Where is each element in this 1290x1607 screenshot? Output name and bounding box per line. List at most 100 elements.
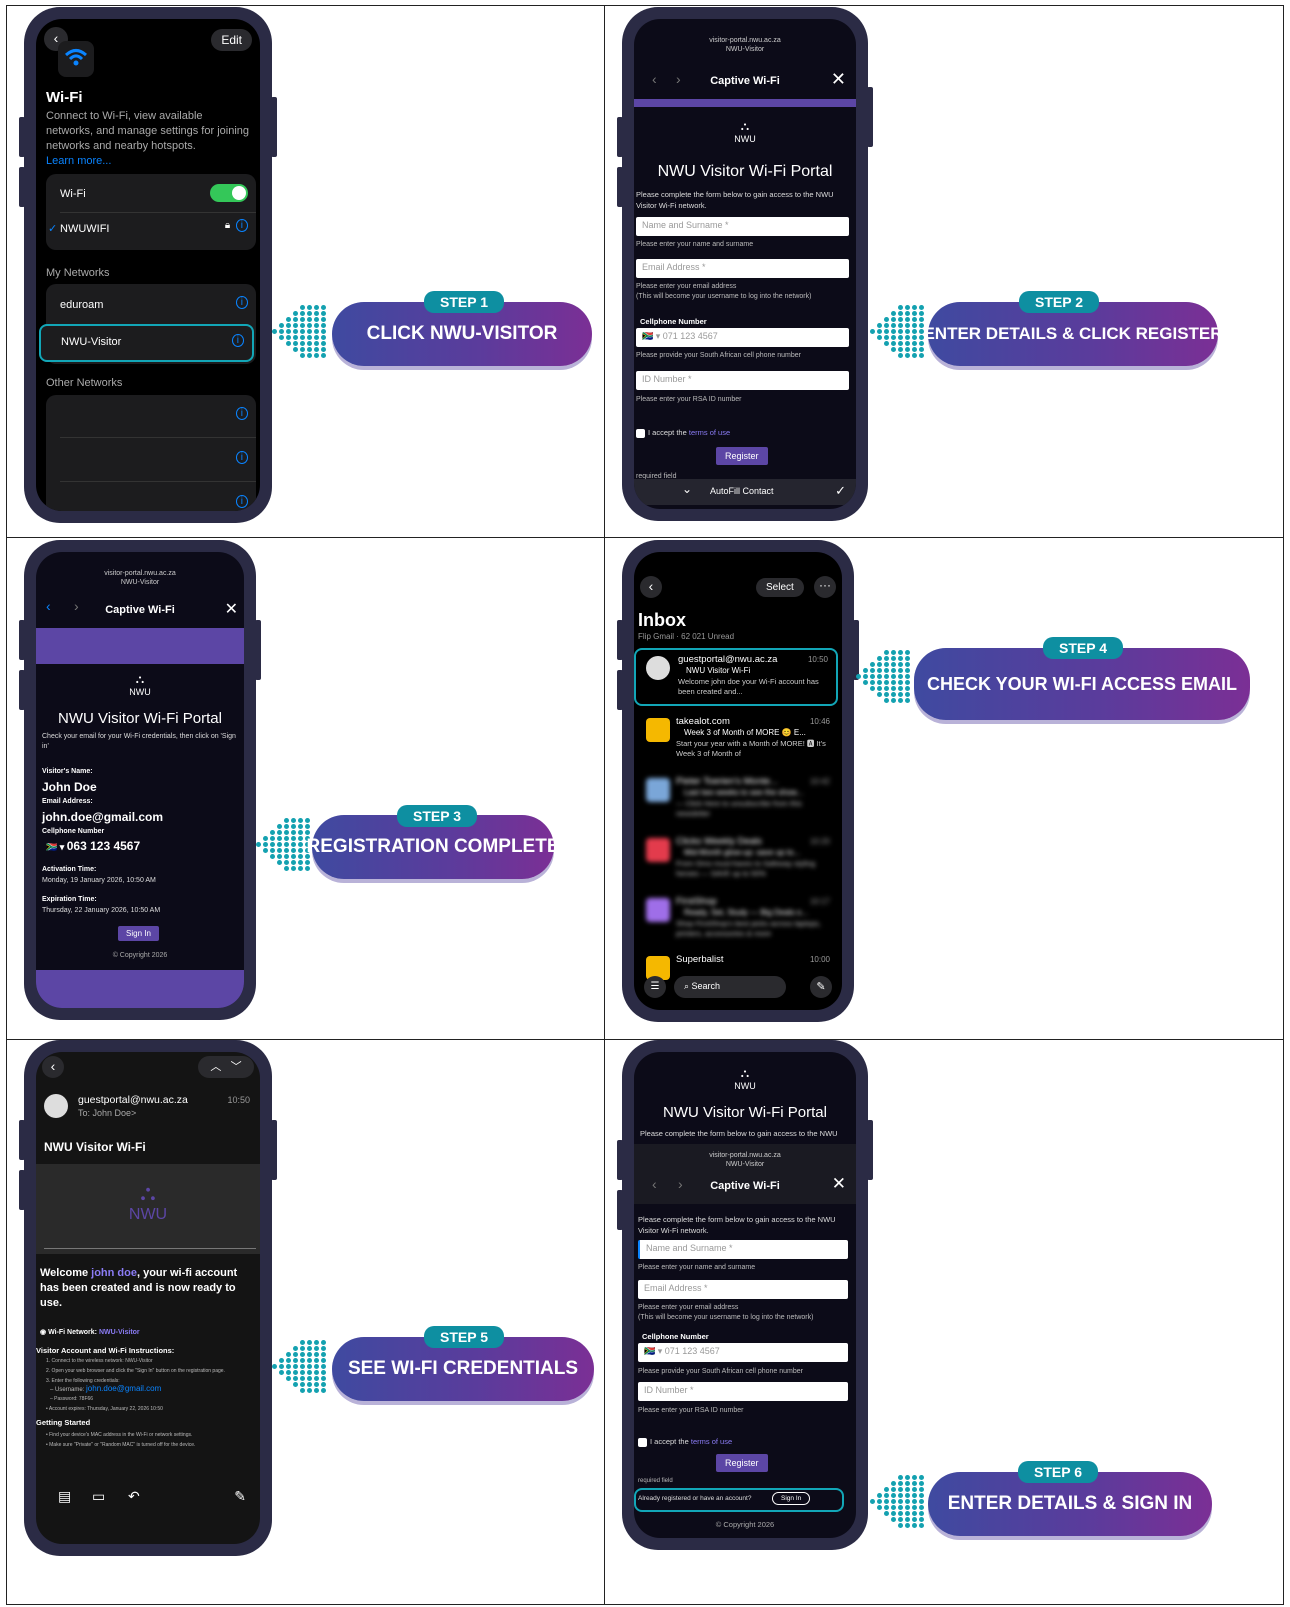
mail-sender: Clicks Weekly Deals xyxy=(676,836,762,847)
email-screen: ‹ ︿ ﹀ guestportal@nwu.ac.za 10:50 To: Jo… xyxy=(36,1052,260,1544)
sa-flag-icon: 🇿🇦 ▾ xyxy=(644,1346,665,1356)
compose-icon[interactable]: ✎ xyxy=(234,1488,246,1505)
visitor-name: John Doe xyxy=(42,780,97,794)
captive-wifi-title: Captive Wi-Fi xyxy=(105,604,175,616)
terms-text: I accept the terms of use xyxy=(650,1437,733,1446)
cell-help: Please provide your South African cell p… xyxy=(638,1368,803,1375)
info-icon[interactable]: i xyxy=(235,451,248,464)
phone-step1: ‹ Edit Wi-Fi Connect to Wi-Fi, view avai… xyxy=(19,7,277,523)
archive-icon[interactable]: ▤ xyxy=(58,1488,71,1505)
getting-started-title: Getting Started xyxy=(36,1418,91,1427)
instructions-title: Visitor Account and Wi-Fi Instructions: xyxy=(36,1346,175,1355)
info-icon[interactable]: i xyxy=(231,334,244,347)
mail-sender: Pieter Toerien's Monte... xyxy=(676,776,778,787)
terms-checkbox[interactable] xyxy=(636,429,645,438)
network-nwu-visitor[interactable]: NWU-Visitor i xyxy=(39,324,254,362)
sign-in-button[interactable]: Sign In xyxy=(118,926,159,941)
mail-subject: Last two weeks to see the show... xyxy=(684,788,804,797)
info-icon[interactable]: i xyxy=(235,407,248,420)
terms-checkbox[interactable] xyxy=(638,1438,647,1447)
step2-badge: STEP 2 xyxy=(1019,291,1099,313)
id-help: Please enter your RSA ID number xyxy=(636,396,742,403)
chevron-down-icon[interactable]: ⌄ xyxy=(682,482,692,496)
mail-time: 10:20 xyxy=(809,837,830,846)
cell-value: 🇿🇦 ▾ 063 123 4567 xyxy=(46,839,141,853)
mail-item-takealot[interactable]: takealot.com 10:46 Week 3 of Month of MO… xyxy=(634,712,838,770)
portal-title-background: NWU Visitor Wi-Fi Portal xyxy=(663,1104,827,1121)
email-label: Email Address: xyxy=(42,798,93,805)
terms-text: I accept the terms of use xyxy=(648,428,731,437)
network-eduroam[interactable]: eduroam xyxy=(60,299,103,311)
close-icon[interactable]: ✕ xyxy=(832,1174,846,1194)
captive-sheet: visitor-portal.nwu.ac.za NWU-Visitor ‹ ›… xyxy=(634,1144,856,1204)
wifi-toggle[interactable] xyxy=(210,184,248,202)
connected-network-name[interactable]: NWUWIFI xyxy=(60,223,109,235)
name-field[interactable]: Name and Surname * xyxy=(636,217,849,236)
register-button[interactable]: Register xyxy=(716,1454,768,1472)
mail-item-guestportal[interactable]: guestportal@nwu.ac.za 10:50 NWU Visitor … xyxy=(634,648,838,706)
welcome-text: Welcome john doe, your wi-fi account has… xyxy=(40,1267,238,1309)
phone-step6: ⛬ NWU NWU Visitor Wi-Fi Portal Please com… xyxy=(617,1040,873,1550)
expires-line: • Account expires: Thursday, January 22,… xyxy=(46,1406,163,1412)
id-field[interactable]: ID Number * xyxy=(636,371,849,390)
email-field[interactable]: Email Address * xyxy=(636,259,849,278)
email-field[interactable]: Email Address * xyxy=(638,1280,848,1299)
info-icon[interactable]: i xyxy=(235,495,248,508)
username-line: – Username: john.doe@gmail.com xyxy=(50,1384,162,1393)
terms-link[interactable]: terms of use xyxy=(691,1437,732,1446)
nwu-logo: ⛬ NWU xyxy=(128,1180,168,1223)
done-check-icon[interactable]: ✓ xyxy=(835,483,846,499)
register-button[interactable]: Register xyxy=(716,447,768,465)
folder-icon[interactable]: ▭ xyxy=(92,1488,105,1505)
phone-step5: ‹ ︿ ﹀ guestportal@nwu.ac.za 10:50 To: Jo… xyxy=(19,1040,277,1556)
learn-more-link[interactable]: Learn more... xyxy=(46,155,111,167)
back-chevron-icon[interactable]: ‹ xyxy=(42,1056,64,1078)
mail-subject: Mid-Month glow-up: save up to... xyxy=(684,848,801,857)
step4-badge: STEP 4 xyxy=(1043,637,1123,659)
signin-button[interactable]: Sign In xyxy=(772,1492,811,1505)
heart-icon xyxy=(646,838,670,862)
portal-intro: Please complete the form below to gain a… xyxy=(638,1215,836,1235)
phone-step3: visitor-portal.nwu.ac.za NWU-Visitor ‹ ›… xyxy=(19,540,261,1020)
email-help-2: (This will become your username to log i… xyxy=(638,1314,814,1321)
close-icon[interactable]: ✕ xyxy=(831,69,846,90)
mail-preview: Start your year with a Month of MORE! 🅰 … xyxy=(676,739,826,758)
already-registered-text: Already registered or have an account? xyxy=(638,1495,752,1502)
email-help-2: (This will become your username to log i… xyxy=(636,293,812,300)
email-value: john.doe@gmail.com xyxy=(42,810,164,824)
portal-title: NWU Visitor Wi-Fi Portal xyxy=(657,163,833,180)
filter-icon[interactable]: ☰ xyxy=(644,976,666,998)
back-chevron-icon[interactable]: ‹ xyxy=(640,576,662,598)
connected-check-icon: ✓ xyxy=(48,223,58,235)
mail-sender: FirstShop xyxy=(676,896,717,907)
cellphone-field[interactable]: 🇿🇦 ▾ 071 123 4567 xyxy=(636,328,849,347)
mail-item-blurred[interactable]: FirstShop 10:17 Ready, Set, Study — Big … xyxy=(634,892,838,950)
portal-url-sub: NWU-Visitor xyxy=(725,1161,765,1168)
cellphone-field[interactable]: 🇿🇦 ▾ 071 123 4567 xyxy=(638,1343,848,1362)
edit-button[interactable]: Edit xyxy=(211,29,252,51)
name-field[interactable]: Name and Surname * xyxy=(638,1240,848,1259)
more-icon[interactable]: ··· xyxy=(814,576,836,598)
select-button[interactable]: Select xyxy=(756,578,804,597)
cell-label: Cellphone Number xyxy=(42,828,105,835)
portal-form-screen: visitor-portal.nwu.ac.za NWU-Visitor ‹ ›… xyxy=(634,19,856,509)
mail-item-blurred[interactable]: Clicks Weekly Deals 10:20 Mid-Month glow… xyxy=(634,832,838,890)
close-icon[interactable]: ✕ xyxy=(225,599,238,619)
mail-item-blurred[interactable]: Pieter Toerien's Monte... 10:42 Last two… xyxy=(634,772,838,830)
search-bar[interactable]: ⌕ Search xyxy=(674,976,786,998)
visitor-name-label: Visitor's Name: xyxy=(42,768,93,775)
step6-badge: STEP 6 xyxy=(1018,1461,1098,1483)
wifi-app-icon xyxy=(58,41,94,77)
avatar xyxy=(646,656,670,680)
other-networks-group: i i i xyxy=(46,395,256,511)
cellphone-label: Cellphone Number xyxy=(640,317,707,326)
autofill-contact-button[interactable]: AutoFill Contact xyxy=(710,486,774,496)
id-field[interactable]: ID Number * xyxy=(638,1382,848,1401)
terms-link[interactable]: terms of use xyxy=(689,428,730,437)
mail-time: 10:42 xyxy=(809,777,830,786)
sa-flag-icon: 🇿🇦 ▾ xyxy=(642,331,663,341)
compose-icon[interactable]: ✎ xyxy=(810,976,832,998)
reply-icon[interactable]: ↶ xyxy=(128,1488,140,1505)
prev-next-icons[interactable]: ︿ ﹀ xyxy=(198,1056,254,1078)
info-icon[interactable]: i xyxy=(235,296,248,309)
